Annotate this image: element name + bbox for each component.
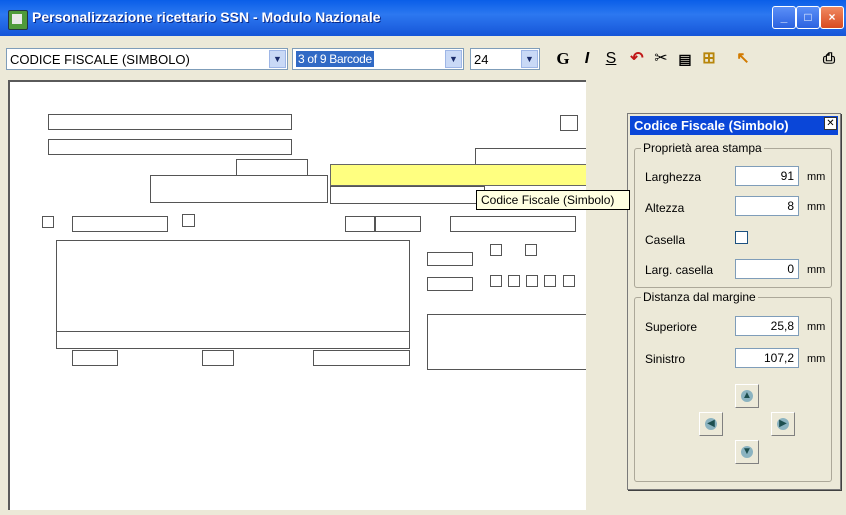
font-size-select[interactable]: 24 ▼ xyxy=(470,48,540,70)
form-field[interactable] xyxy=(202,350,234,366)
properties-panel: Codice Fiscale (Simbolo) ✕ Proprietà are… xyxy=(627,113,841,490)
print-icon[interactable]: ⎙ xyxy=(818,48,840,70)
width-field[interactable]: 91 xyxy=(735,166,799,186)
bold-icon[interactable]: G xyxy=(552,48,574,70)
form-field-large[interactable] xyxy=(427,314,588,370)
form-field[interactable] xyxy=(427,277,473,291)
form-field[interactable] xyxy=(72,350,118,366)
form-field[interactable] xyxy=(48,114,292,130)
group-label: Proprietà area stampa xyxy=(641,141,764,155)
maximize-icon: □ xyxy=(804,10,812,24)
align-icon[interactable]: ⊞ xyxy=(698,48,720,70)
form-checkbox-field[interactable] xyxy=(526,275,538,287)
form-field[interactable] xyxy=(330,186,485,204)
close-icon: × xyxy=(828,10,836,24)
unit-label: mm xyxy=(807,321,826,333)
form-checkbox-field[interactable] xyxy=(560,115,578,131)
top-margin-field[interactable]: 25,8 xyxy=(735,316,799,336)
move-left-button[interactable]: ◀ xyxy=(699,412,723,436)
print-area-group: Proprietà area stampa Larghezza 91 mm Al… xyxy=(634,141,832,288)
pointer-icon[interactable]: ↖ xyxy=(732,48,754,70)
arrow-left-icon: ◀ xyxy=(705,418,717,430)
height-label: Altezza xyxy=(645,201,685,215)
form-field[interactable] xyxy=(450,216,576,232)
form-checkbox-field[interactable] xyxy=(182,214,195,227)
close-button[interactable]: × xyxy=(820,6,844,29)
form-checkbox-field[interactable] xyxy=(525,244,537,256)
app-icon xyxy=(8,10,28,30)
barcode-select[interactable]: 3 of 9 Barcode ▼ xyxy=(292,48,464,70)
margin-group: Distanza dal margine Superiore 25,8 mm S… xyxy=(634,290,832,482)
minimize-button[interactable]: _ xyxy=(772,6,796,29)
form-checkbox-field[interactable] xyxy=(490,275,502,287)
box-checkbox[interactable] xyxy=(735,231,748,244)
move-up-button[interactable]: ▲ xyxy=(735,384,759,408)
cut-icon[interactable]: ✂ xyxy=(650,48,672,70)
form-checkbox-field[interactable] xyxy=(563,275,575,287)
field-select[interactable]: CODICE FISCALE (SIMBOLO) ▼ xyxy=(6,48,288,70)
chevron-down-icon[interactable]: ▼ xyxy=(269,50,286,68)
barcode-select-value: 3 of 9 Barcode xyxy=(296,51,374,67)
form-checkbox-field[interactable] xyxy=(508,275,520,287)
field-tooltip: Codice Fiscale (Simbolo) xyxy=(476,190,630,210)
form-canvas[interactable] xyxy=(8,80,595,510)
form-field[interactable] xyxy=(72,216,168,232)
box-width-field[interactable]: 0 xyxy=(735,259,799,279)
form-field[interactable] xyxy=(427,252,473,266)
chevron-down-icon[interactable]: ▼ xyxy=(445,50,462,68)
move-right-button[interactable]: ▶ xyxy=(771,412,795,436)
box-width-label: Larg. casella xyxy=(645,263,714,277)
unit-label: mm xyxy=(807,201,826,213)
italic-icon[interactable]: I xyxy=(576,48,598,70)
form-field[interactable] xyxy=(48,139,292,155)
unit-label: mm xyxy=(807,171,826,183)
minimize-icon: _ xyxy=(780,10,788,24)
form-field-large[interactable] xyxy=(56,240,410,332)
chevron-down-icon[interactable]: ▼ xyxy=(521,50,538,68)
arrow-right-icon: ▶ xyxy=(777,418,789,430)
arrow-up-icon: ▲ xyxy=(741,390,753,402)
maximize-button[interactable]: □ xyxy=(796,6,820,29)
window-title: Personalizzazione ricettario SSN - Modul… xyxy=(32,9,381,25)
toolbar: CODICE FISCALE (SIMBOLO) ▼ 3 of 9 Barcod… xyxy=(0,36,846,80)
form-field[interactable] xyxy=(375,216,421,232)
form-checkbox-field[interactable] xyxy=(42,216,54,228)
panel-title[interactable]: Codice Fiscale (Simbolo) xyxy=(630,116,838,135)
left-margin-field[interactable]: 107,2 xyxy=(735,348,799,368)
box-label: Casella xyxy=(645,233,686,247)
form-checkbox-field[interactable] xyxy=(490,244,502,256)
height-field[interactable]: 8 xyxy=(735,196,799,216)
form-field[interactable] xyxy=(345,216,375,232)
close-icon[interactable]: ✕ xyxy=(824,117,837,130)
move-down-button[interactable]: ▼ xyxy=(735,440,759,464)
selected-field-codice-fiscale[interactable] xyxy=(330,164,595,186)
width-label: Larghezza xyxy=(645,170,702,184)
font-size-value: 24 xyxy=(474,52,489,67)
form-field[interactable] xyxy=(313,350,410,366)
field-select-value: CODICE FISCALE (SIMBOLO) xyxy=(10,52,190,67)
form-field[interactable] xyxy=(56,331,410,349)
arrow-down-icon: ▼ xyxy=(741,446,753,458)
undo-icon[interactable]: ↶ xyxy=(626,48,648,70)
form-checkbox-field[interactable] xyxy=(544,275,556,287)
left-margin-label: Sinistro xyxy=(645,352,686,366)
paste-icon[interactable]: ▤ xyxy=(674,48,696,70)
group-label: Distanza dal margine xyxy=(641,290,758,304)
top-margin-label: Superiore xyxy=(645,320,698,334)
title-bar: Personalizzazione ricettario SSN - Modul… xyxy=(0,0,846,36)
unit-label: mm xyxy=(807,353,826,365)
form-field[interactable] xyxy=(150,175,328,203)
unit-label: mm xyxy=(807,264,826,276)
underline-icon[interactable]: S xyxy=(600,48,622,70)
